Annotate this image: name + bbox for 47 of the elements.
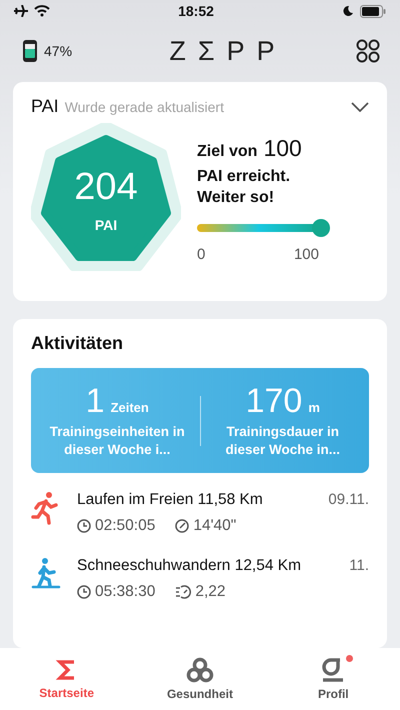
nav-tab[interactable]: Startseite [16,654,117,704]
goal-message: PAI erreicht. Weiter so! [197,167,292,208]
moon-icon [342,5,354,17]
nav-tab[interactable]: Gesundheit [150,653,250,705]
activities-title: Aktivitäten [31,333,124,353]
airplane-icon [14,5,28,17]
status-time: 18:52 [178,3,214,19]
pai-unit: PAI [94,216,118,232]
activity-item[interactable]: Schneeschuhwandern 12,54 Km 11. 05:38:30 2,22 [31,539,369,605]
clock-icon [77,585,91,599]
stat-unit: Zeiten [110,400,149,415]
stat-label: Trainingseinheiten in dieser Woche i... [48,423,186,459]
watch-battery-text: 47% [44,43,72,59]
health-icon [186,657,214,683]
grid-menu-icon[interactable] [356,39,380,63]
cadence-icon [175,585,192,599]
activity-duration: 02:50:05 [95,517,156,535]
snowshoe-hiker-icon [31,557,61,591]
scale-min: 0 [197,246,206,263]
clock-icon [77,519,91,533]
pai-card[interactable]: PAI Wurde gerade aktualisiert 204 PAI Ziel von 100 PAI erreicht. Weiter so! 0 100 [13,82,387,301]
activity-title: Schneeschuhwandern 12,54 Km [77,557,302,575]
battery-icon [360,4,386,18]
activity-metric: 2,22 [195,583,226,601]
runner-icon [31,491,61,525]
scale-max: 100 [294,246,319,263]
activity-duration: 05:38:30 [95,583,156,601]
stat-label: Trainingsdauer in dieser Woche in... [224,423,342,459]
pai-title: PAI [31,96,59,117]
app-logo: ZΣPP [169,36,287,66]
activity-metric: 14'40" [193,517,236,535]
activity-item[interactable]: Laufen im Freien 11,58 Km 09.11. 02:50:05 14'40" [31,473,369,539]
activity-date: 09.11. [328,491,369,509]
activity-date: 11. [349,557,369,575]
wifi-icon [34,5,50,17]
watch-icon [22,39,38,63]
stat-value: 1 [86,382,105,421]
stat-value: 170 [246,382,302,421]
nav-tab[interactable]: Profil [283,653,384,705]
activity-title: Laufen im Freien 11,58 Km [77,491,263,509]
update-status: Wurde gerade aktualisiert [64,98,224,114]
goal-value: 100 [263,135,302,162]
chevron-down-icon[interactable] [351,102,369,112]
pai-value: 204 [74,166,138,208]
stat-unit: m [308,400,320,415]
gauge-icon [175,519,190,533]
goal-text: Ziel von [197,143,258,161]
